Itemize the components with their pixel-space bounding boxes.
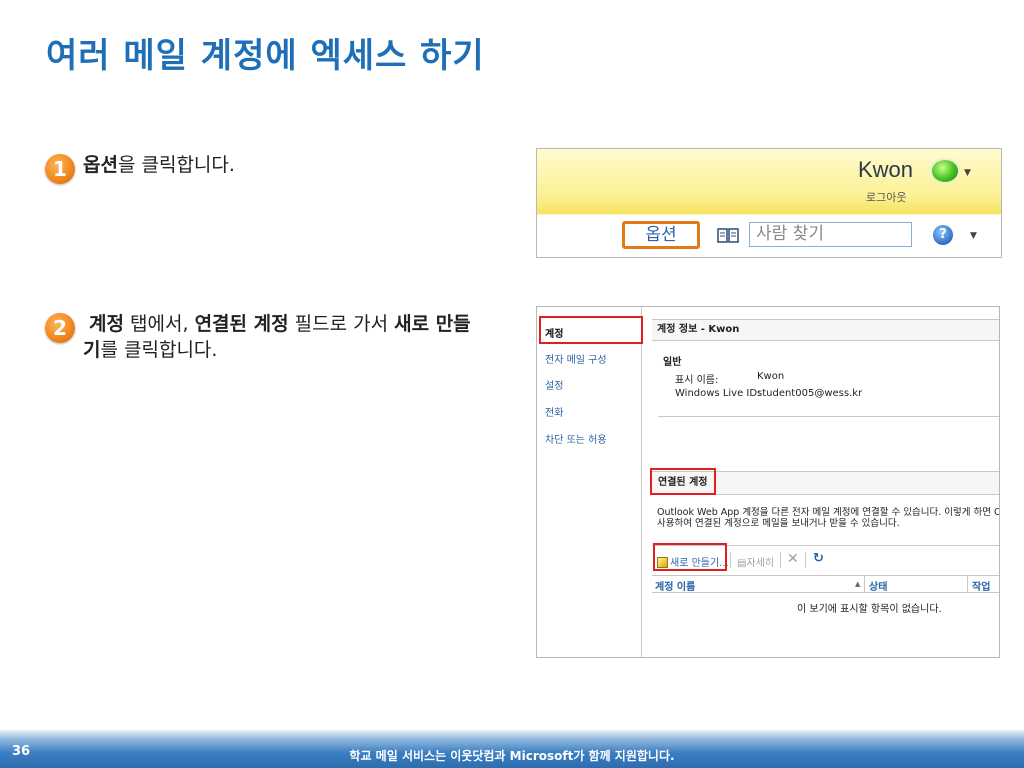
col-account-name[interactable]: 계정 이름 xyxy=(655,578,695,593)
user-name[interactable]: Kwon xyxy=(858,157,913,183)
description-line-1: Outlook Web App 계정을 다른 전자 메일 계정에 연결할 수 있… xyxy=(657,507,1000,518)
refresh-icon[interactable]: ↻ xyxy=(813,551,824,566)
divider xyxy=(658,416,999,417)
live-id-value: student005@wess.kr xyxy=(757,388,863,399)
nav-item-block-allow[interactable]: 차단 또는 허용 xyxy=(545,431,607,446)
step-2: 2 계정 탭에서, 연결된 계정 필드로 가서 새로 만들기를 클릭합니다. xyxy=(45,311,485,363)
owa-header-screenshot: Kwon ▼ 로그아웃 옵션 사람 찾기 ? ▼ xyxy=(536,148,1002,258)
nav-item-settings[interactable]: 설정 xyxy=(545,377,563,392)
logout-link[interactable]: 로그아웃 xyxy=(866,189,906,205)
settings-nav: 계정 전자 메일 구성 설정 전화 차단 또는 허용 xyxy=(537,307,642,657)
general-label: 일반 xyxy=(663,357,682,368)
account-settings-screenshot: 계정 전자 메일 구성 설정 전화 차단 또는 허용 계정 정보 - Kwon … xyxy=(536,306,1000,658)
details-button[interactable]: ▤자세히 xyxy=(737,554,774,569)
column-separator xyxy=(864,576,865,592)
column-separator xyxy=(967,576,968,592)
sort-ascending-icon[interactable]: ▲ xyxy=(855,580,860,588)
step-2-part-2: 필드로 가서 xyxy=(288,313,395,335)
details-button-label: 자세히 xyxy=(746,558,775,569)
delete-icon[interactable]: ✕ xyxy=(787,551,799,567)
step-2-bold-2: 연결된 계정 xyxy=(194,313,289,335)
empty-list-message: 이 보기에 표시할 항목이 없습니다. xyxy=(797,604,942,615)
display-name-value: Kwon xyxy=(757,371,785,382)
step-1-bold: 옵션 xyxy=(83,154,118,176)
display-name-label: 표시 이름: xyxy=(675,375,719,386)
step-2-text: 계정 탭에서, 연결된 계정 필드로 가서 새로 만들기를 클릭합니다. xyxy=(45,311,485,363)
col-action[interactable]: 작업 xyxy=(972,578,990,593)
address-book-icon[interactable] xyxy=(717,228,739,243)
toolbar-separator xyxy=(780,552,781,568)
step-2-bold-1: 계정 xyxy=(89,313,125,335)
chevron-down-icon[interactable]: ▼ xyxy=(964,168,971,178)
accounts-grid-header: 계정 이름 ▲ 상태 작업 xyxy=(652,575,999,593)
step-2-part-3: 를 클릭합니다. xyxy=(100,339,218,361)
step-number-2: 2 xyxy=(45,313,75,343)
presence-status-icon[interactable] xyxy=(930,158,960,184)
help-icon[interactable]: ? xyxy=(933,225,953,245)
step-2-part-1: 탭에서, xyxy=(124,313,195,335)
col-status[interactable]: 상태 xyxy=(869,578,887,593)
nav-item-email-config[interactable]: 전자 메일 구성 xyxy=(545,351,607,366)
account-info-header: 계정 정보 - Kwon xyxy=(652,319,999,341)
step-1-rest: 을 클릭합니다. xyxy=(117,154,235,176)
options-button[interactable]: 옵션 xyxy=(622,221,700,249)
new-button-highlight xyxy=(653,543,727,571)
chevron-down-icon[interactable]: ▼ xyxy=(970,231,977,241)
description-line-2: 사용하여 연결된 계정으로 메일을 보내거나 받을 수 있습니다. xyxy=(657,518,900,529)
nav-item-phone[interactable]: 전화 xyxy=(545,404,563,419)
live-id-label: Windows Live ID: xyxy=(675,388,761,399)
footer-text: 학교 메일 서비스는 이웃닷컴과 Microsoft가 함께 지원합니다. xyxy=(349,749,675,763)
toolbar-separator xyxy=(805,552,806,568)
linked-accounts-highlight xyxy=(650,468,716,495)
people-search-input[interactable]: 사람 찾기 xyxy=(749,222,912,247)
step-number-1: 1 xyxy=(45,154,75,184)
linked-accounts-description: Outlook Web App 계정을 다른 전자 메일 계정에 연결할 수 있… xyxy=(657,507,1000,529)
slide-title: 여러 메일 계정에 엑세스 하기 xyxy=(46,36,485,76)
account-tab-highlight xyxy=(539,316,643,344)
slide-footer: 36 학교 메일 서비스는 이웃닷컴과 Microsoft가 함께 지원합니다. xyxy=(0,730,1024,768)
toolbar-separator xyxy=(730,552,731,568)
step-1: 1 옵션을 클릭합니다. xyxy=(45,152,235,184)
